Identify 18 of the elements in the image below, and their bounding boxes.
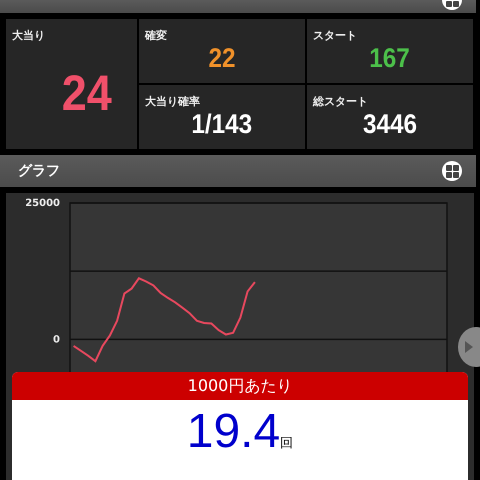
stat-label: 総スタート xyxy=(312,94,368,109)
chevron-right-icon xyxy=(464,340,474,354)
unit-label: 回 xyxy=(280,435,294,452)
stat-value: 3446 xyxy=(362,109,418,139)
stat-value: 167 xyxy=(370,43,410,73)
stat-label: 大当り確率 xyxy=(144,94,200,109)
stat-label: 大当り xyxy=(11,28,45,43)
stat-value: 22 xyxy=(208,43,236,73)
axis-label: 25000 xyxy=(25,198,60,209)
stat-label: スタート xyxy=(312,28,357,43)
stat-value: 1/143 xyxy=(192,109,252,139)
axis-label: 0 xyxy=(53,334,60,346)
section-title: グラフ xyxy=(18,162,60,180)
rate-value: 19.4 xyxy=(186,406,280,458)
stat-value: 24 xyxy=(61,65,112,121)
stat-label: 確変 xyxy=(144,28,167,43)
grid-icon[interactable] xyxy=(442,161,462,181)
card-title: 1000円あたり xyxy=(188,376,292,396)
